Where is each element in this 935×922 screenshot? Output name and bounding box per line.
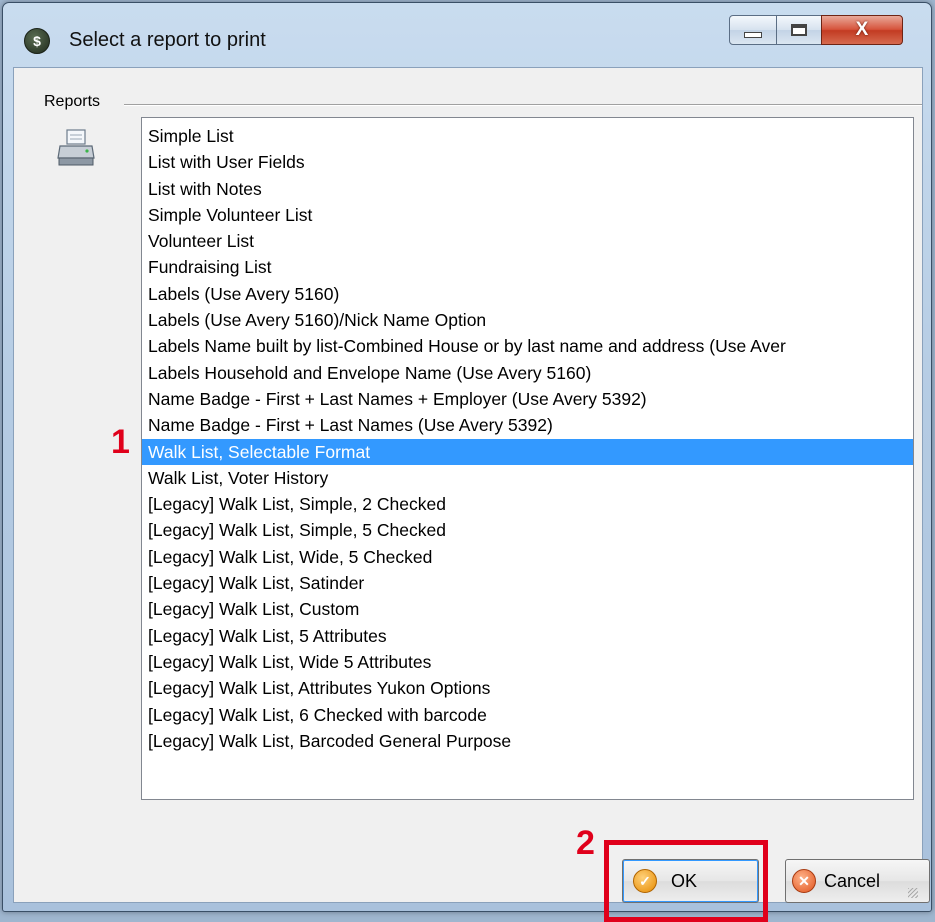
list-item[interactable]: [Legacy] Walk List, 6 Checked with barco…: [142, 702, 913, 728]
resize-grip[interactable]: [908, 888, 918, 898]
cancel-x-icon: ✕: [792, 869, 816, 893]
list-item[interactable]: [Legacy] Walk List, Attributes Yukon Opt…: [142, 675, 913, 701]
list-item[interactable]: [Legacy] Walk List, Barcoded General Pur…: [142, 728, 913, 754]
reports-group-label: Reports: [44, 93, 105, 111]
list-item[interactable]: Labels Household and Envelope Name (Use …: [142, 360, 913, 386]
app-icon[interactable]: $: [24, 28, 50, 54]
reports-listbox[interactable]: Simple List List with User Fields List wit…: [141, 117, 914, 800]
list-item[interactable]: Walk List, Voter History: [142, 465, 913, 491]
annotation-step-2: 2: [576, 824, 595, 862]
list-item[interactable]: Simple List: [142, 123, 913, 149]
annotation-step-1: 1: [111, 423, 130, 461]
report-list[interactable]: Simple List List with User Fields List wit…: [142, 118, 913, 754]
list-item[interactable]: [Legacy] Walk List, Satinder: [142, 570, 913, 596]
dialog-body: Reports Simple List List with User Fields…: [13, 67, 930, 922]
list-item[interactable]: List with Notes: [142, 176, 913, 202]
list-item[interactable]: [Legacy] Walk List, Simple, 5 Checked: [142, 517, 913, 543]
report-dialog: $ Select a report to print X Reports Sim…: [2, 2, 932, 922]
list-item[interactable]: Walk List, Selectable Format: [142, 438, 913, 465]
list-item[interactable]: Name Badge - First + Last Names (Use Ave…: [142, 412, 913, 438]
list-item[interactable]: [Legacy] Walk List, Simple, 2 Checked: [142, 491, 913, 517]
list-item[interactable]: Name Badge - First + Last Names + Employ…: [142, 386, 913, 412]
minimize-button[interactable]: [729, 15, 777, 45]
printer-icon: [57, 129, 95, 166]
minimize-icon: [744, 32, 762, 38]
list-item[interactable]: [Legacy] Walk List, 5 Attributes: [142, 623, 913, 649]
list-item[interactable]: Simple Volunteer List: [142, 202, 913, 228]
maximize-icon: [791, 24, 807, 36]
list-item[interactable]: Volunteer List: [142, 228, 913, 254]
maximize-button[interactable]: [776, 15, 822, 45]
list-item[interactable]: [Legacy] Walk List, Wide, 5 Checked: [142, 544, 913, 570]
list-item[interactable]: List with User Fields: [142, 149, 913, 175]
list-item[interactable]: Labels (Use Avery 5160)/Nick Name Option: [142, 307, 913, 333]
close-button[interactable]: X: [821, 15, 903, 45]
list-item[interactable]: [Legacy] Walk List, Custom: [142, 596, 913, 622]
annotation-highlight-box: [604, 840, 768, 922]
group-divider: [124, 104, 922, 106]
list-item[interactable]: Labels (Use Avery 5160): [142, 281, 913, 307]
close-icon: X: [855, 19, 869, 40]
list-item[interactable]: [Legacy] Walk List, Wide 5 Attributes: [142, 649, 913, 675]
list-item[interactable]: Labels Name built by list-Combined House…: [142, 333, 913, 359]
list-item[interactable]: Fundraising List: [142, 254, 913, 280]
window-title: Select a report to print: [69, 29, 266, 51]
cancel-button-label: Cancel: [824, 870, 881, 891]
